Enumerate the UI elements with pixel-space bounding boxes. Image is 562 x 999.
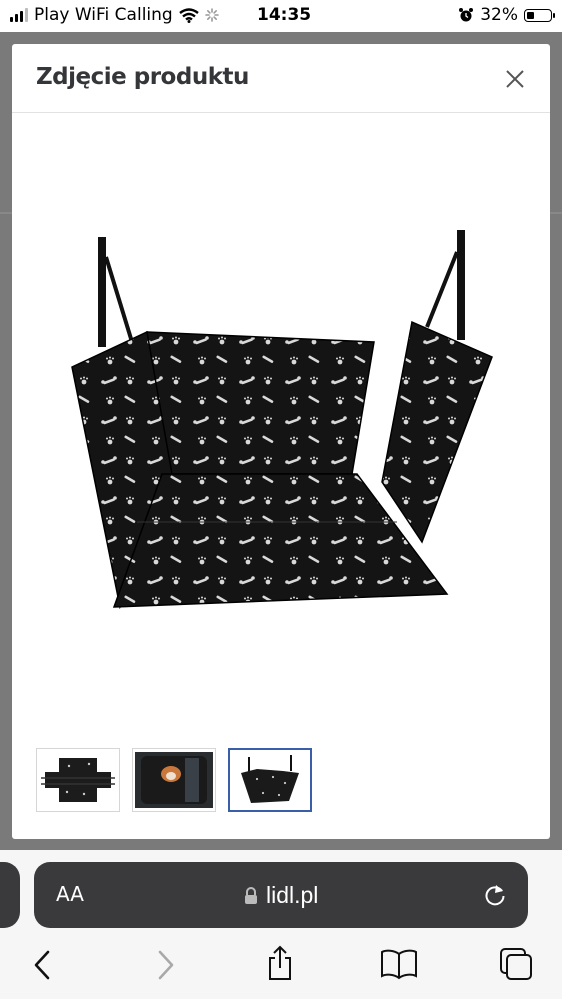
clock: 14:35	[257, 5, 312, 25]
browser-toolbar	[0, 944, 562, 988]
wifi-icon	[178, 7, 199, 23]
seat-cover-flat-thumbnail	[41, 758, 115, 802]
product-image-modal: Zdjęcie produktu	[12, 44, 550, 839]
status-bar: Play WiFi Calling 14:35 32%	[0, 0, 562, 32]
tabs-icon[interactable]	[498, 946, 534, 982]
carrier-label: Play WiFi Calling	[34, 5, 173, 25]
alarm-icon	[459, 8, 474, 22]
battery-percent: 32%	[480, 5, 518, 25]
seat-cover-hanging-thumbnail	[241, 755, 299, 803]
thumbnail-2[interactable]	[132, 748, 216, 812]
reload-icon[interactable]	[482, 882, 508, 908]
forward-icon[interactable]	[152, 948, 178, 982]
activity-spinner-icon	[204, 8, 219, 22]
thumbnail-3[interactable]	[228, 748, 312, 812]
status-right: 32%	[458, 5, 555, 25]
cellular-signal-icon	[10, 8, 28, 22]
address-bar[interactable]: AA lidl.pl	[34, 862, 528, 928]
dog-in-car-thumbnail	[135, 752, 213, 808]
browser-chrome: AA lidl.pl	[0, 850, 562, 999]
url-display[interactable]: lidl.pl	[244, 882, 318, 909]
product-main-image	[71, 230, 493, 610]
back-icon[interactable]	[30, 948, 56, 982]
url-text: lidl.pl	[266, 882, 319, 908]
status-left: Play WiFi Calling	[10, 5, 219, 25]
previous-tab-pill[interactable]	[0, 862, 20, 928]
battery-icon	[524, 8, 555, 22]
bookmarks-icon[interactable]	[380, 948, 418, 980]
lock-icon	[245, 886, 257, 904]
share-icon[interactable]	[265, 944, 295, 982]
reader-options-button[interactable]: AA	[56, 882, 84, 906]
modal-header: Zdjęcie produktu	[12, 44, 550, 113]
thumbnail-1[interactable]	[36, 748, 120, 812]
aa-label: AA	[56, 882, 84, 906]
close-icon[interactable]	[504, 68, 526, 90]
modal-title: Zdjęcie produktu	[36, 64, 249, 90]
thumbnail-strip	[36, 748, 312, 812]
